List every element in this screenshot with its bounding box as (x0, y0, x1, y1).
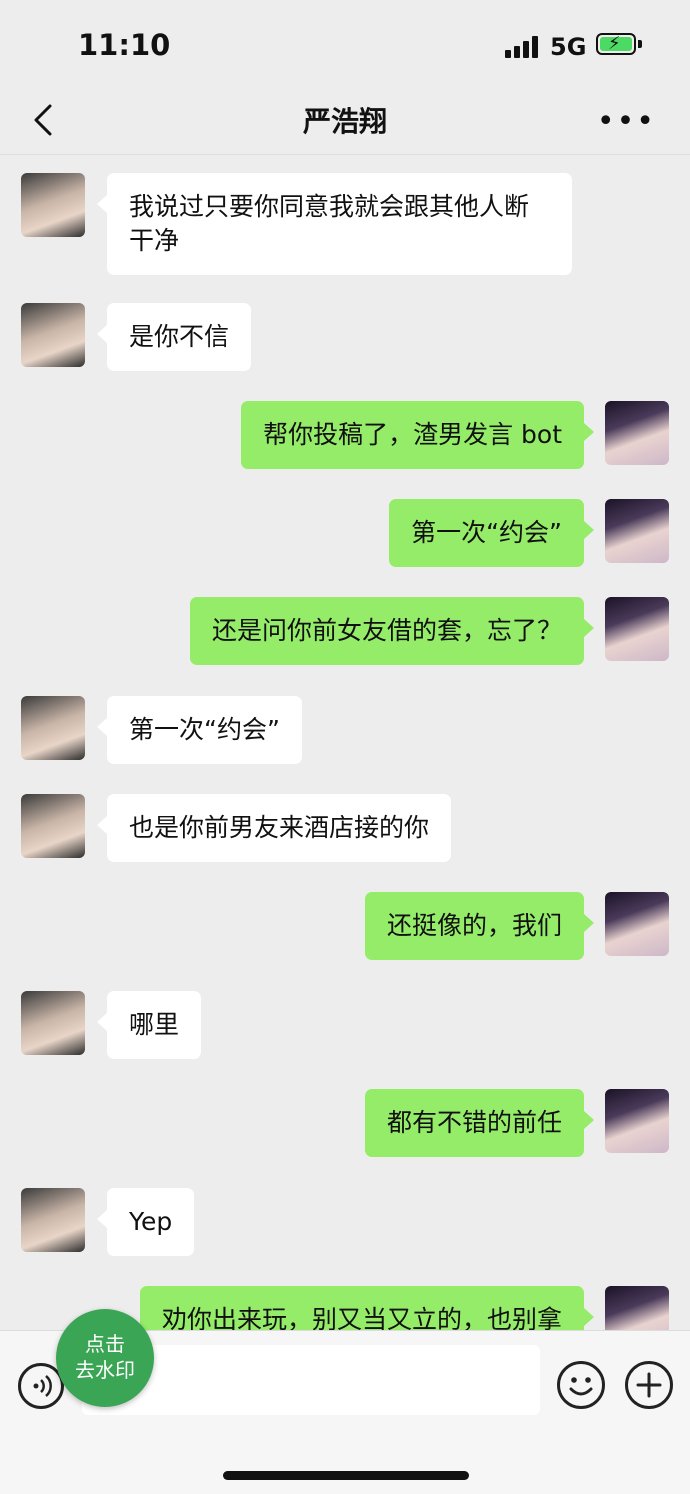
contact-avatar[interactable] (21, 991, 85, 1055)
home-indicator (223, 1471, 469, 1480)
emoji-icon[interactable] (557, 1361, 605, 1409)
message-bubble-outgoing[interactable]: 第一次“约会” (389, 499, 594, 567)
status-bar: 11:10 5G ⚡ (0, 0, 690, 92)
plus-icon[interactable] (625, 1361, 673, 1409)
user-avatar[interactable] (605, 892, 669, 956)
user-avatar[interactable] (605, 1089, 669, 1153)
contact-avatar[interactable] (21, 173, 85, 237)
remove-watermark-line1: 点击 (85, 1332, 125, 1356)
message-bubble-outgoing[interactable]: 帮你投稿了，渣男发言 bot (241, 401, 594, 469)
remove-watermark-button[interactable]: 点击 去水印 (56, 1309, 154, 1407)
message-bubble-incoming[interactable]: 我说过只要你同意我就会跟其他人断 干净 (97, 173, 572, 275)
status-time: 11:10 (78, 28, 171, 62)
user-avatar[interactable] (605, 1286, 669, 1330)
user-avatar[interactable] (605, 401, 669, 465)
message-bubble-incoming[interactable]: 第一次“约会” (97, 696, 302, 764)
message-list[interactable]: 我说过只要你同意我就会跟其他人断 干净 是你不信 帮你投稿了，渣男发言 bot … (0, 155, 690, 1330)
battery-icon: ⚡ (596, 33, 636, 55)
network-label: 5G (550, 33, 587, 61)
message-bubble-outgoing[interactable]: 还挺像的，我们 (364, 892, 595, 960)
contact-avatar[interactable] (21, 303, 85, 367)
message-bubble-outgoing[interactable]: 劝你出来玩，别又当又立的，也别拿 (139, 1286, 595, 1330)
remove-watermark-line2: 去水印 (75, 1358, 135, 1382)
message-bubble-incoming[interactable]: 哪里 (96, 991, 202, 1059)
message-bubble-outgoing[interactable]: 还是问你前女友借的套，忘了？ (189, 597, 595, 665)
chat-title: 严浩翔 (302, 105, 387, 138)
chat-header: 严浩翔 ••• (0, 92, 690, 155)
message-bubble-incoming[interactable]: Yep (96, 1188, 195, 1256)
user-avatar[interactable] (605, 499, 669, 563)
message-bubble-outgoing[interactable]: 都有不错的前任 (364, 1089, 595, 1157)
message-bubble-incoming[interactable]: 也是你前男友来酒店接的你 (96, 794, 452, 862)
contact-avatar[interactable] (21, 1188, 85, 1252)
more-icon[interactable]: ••• (597, 104, 656, 139)
contact-avatar[interactable] (21, 794, 85, 858)
battery-cap (638, 40, 642, 48)
message-bubble-incoming[interactable]: 是你不信 (96, 303, 252, 371)
contact-avatar[interactable] (21, 696, 85, 760)
signal-icon (505, 36, 541, 58)
user-avatar[interactable] (605, 597, 669, 661)
